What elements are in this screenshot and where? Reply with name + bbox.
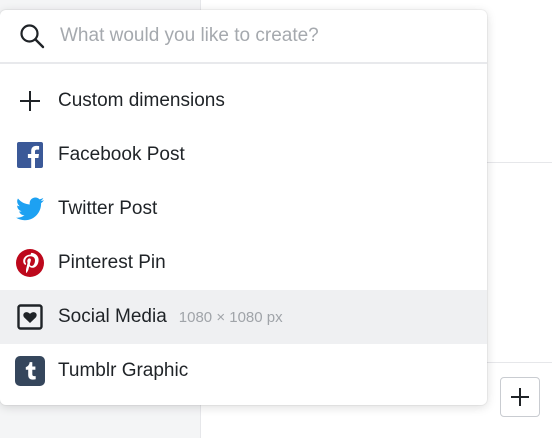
dimensions-label: 1080 × 1080 px bbox=[178, 308, 283, 326]
menu-item-pinterest-pin[interactable]: Pinterest Pin bbox=[0, 236, 487, 290]
menu-item-label: Tumblr Graphic bbox=[58, 360, 189, 381]
plus-icon bbox=[15, 86, 45, 116]
tumblr-icon bbox=[15, 356, 45, 386]
menu-item-custom-dimensions[interactable]: Custom dimensions bbox=[0, 74, 487, 128]
menu-item-social-media[interactable]: Social Media 1080 × 1080 px bbox=[0, 290, 487, 344]
plus-icon bbox=[511, 388, 529, 406]
social-media-heart-icon bbox=[15, 302, 45, 332]
menu-item-label: Social Media bbox=[58, 306, 167, 327]
menu-item-label: Pinterest Pin bbox=[58, 252, 166, 273]
search-bar bbox=[0, 10, 487, 64]
create-design-dropdown: Custom dimensions Facebook Post Twitter … bbox=[0, 10, 487, 405]
search-input[interactable] bbox=[58, 24, 442, 48]
menu-item-tumblr-graphic[interactable]: Tumblr Graphic bbox=[0, 344, 487, 398]
menu-item-label: Custom dimensions bbox=[58, 90, 225, 111]
add-page-button[interactable] bbox=[500, 377, 540, 417]
twitter-icon bbox=[15, 194, 45, 224]
menu-item-label: Facebook Post bbox=[58, 144, 185, 165]
facebook-icon bbox=[15, 140, 45, 170]
search-icon bbox=[17, 21, 47, 51]
menu-item-label: Twitter Post bbox=[58, 198, 158, 219]
menu-item-twitter-post[interactable]: Twitter Post bbox=[0, 182, 487, 236]
pinterest-icon bbox=[15, 248, 45, 278]
menu-item-facebook-post[interactable]: Facebook Post bbox=[0, 128, 487, 182]
